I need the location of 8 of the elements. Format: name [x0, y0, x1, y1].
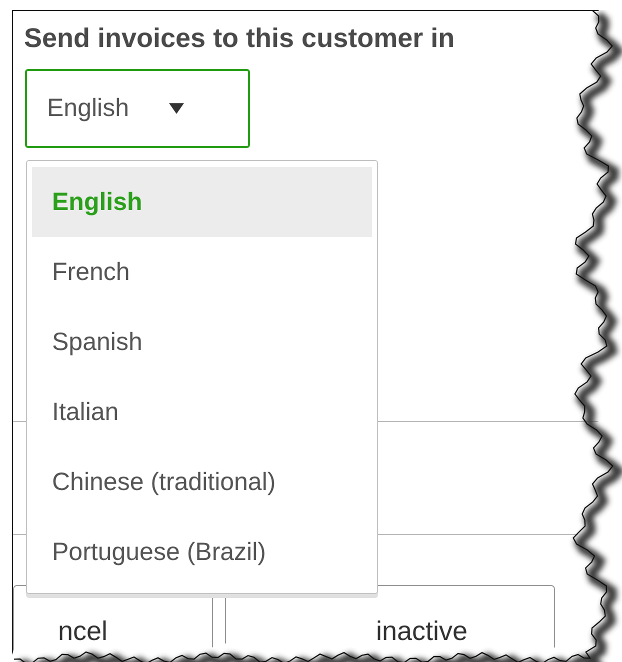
dropdown-option[interactable]: Chinese (traditional): [32, 447, 372, 517]
field-label: Send invoices to this customer in: [23, 22, 456, 55]
dropdown-option[interactable]: Spanish: [32, 307, 372, 377]
dropdown-option[interactable]: French: [32, 237, 372, 307]
caret-icon: [169, 103, 184, 114]
dropdown-option[interactable]: Portuguese (Brazil): [32, 517, 372, 587]
dropdown-option[interactable]: Italian: [32, 377, 372, 447]
language-select[interactable]: English: [25, 69, 250, 148]
